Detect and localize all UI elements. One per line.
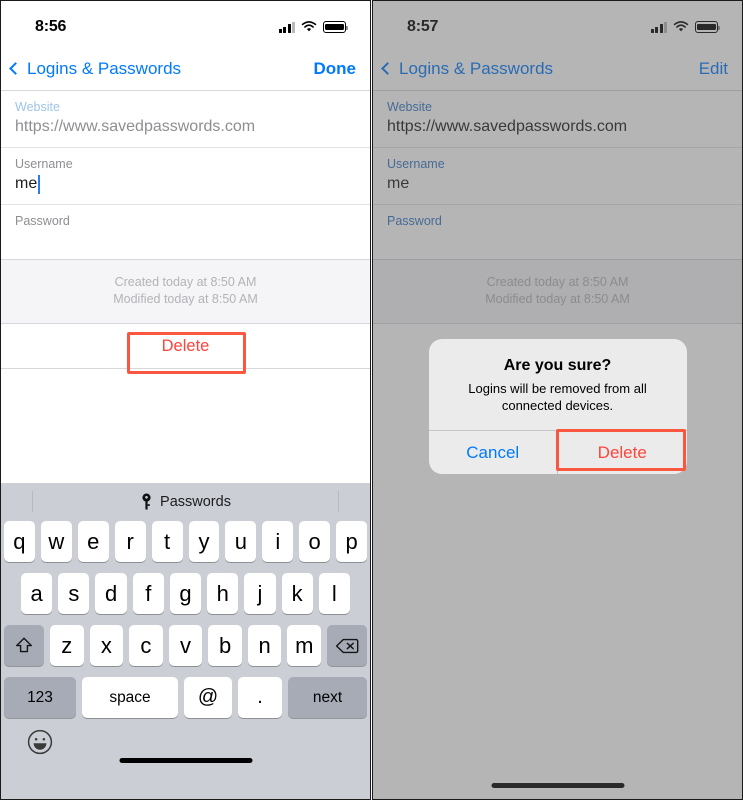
shift-up-arrow-icon [15,637,32,653]
screen-right: 8:57 Logins & Passwords Edit Website htt… [373,1,742,799]
key-g[interactable]: g [169,573,202,614]
key-a[interactable]: a [21,573,53,614]
alert-body: Are you sure? Logins will be removed fro… [429,339,687,430]
credential-form-left: Website https://www.savedpasswords.com U… [1,91,370,260]
period-key[interactable]: . [238,677,282,718]
key-y[interactable]: y [188,521,220,562]
keyboard-row-2: a s d f g h j k l [4,573,367,614]
website-field-label: Website [15,100,60,114]
created-timestamp: Created today at 8:50 AM [114,275,257,289]
key-k[interactable]: k [281,573,313,614]
modified-timestamp: Modified today at 8:50 AM [113,292,258,306]
key-s[interactable]: s [58,573,90,614]
passwords-autofill-label: Passwords [160,493,231,510]
key-q[interactable]: q [3,521,35,562]
status-icons [278,21,349,33]
key-t[interactable]: t [151,521,183,562]
keyboard-rows: q w e r t y u i o p a s d f g h j k l z … [1,520,370,718]
back-button-left[interactable]: Logins & Passwords [9,58,182,79]
backspace-key[interactable] [327,625,368,666]
keyboard-bottom-bar [1,724,370,774]
key-l[interactable]: l [318,573,350,614]
keyboard-row-3: z x c v b n m [3,625,368,666]
toolbar-separator-right [338,491,339,512]
status-bar-left: 8:56 [1,1,370,47]
alert-delete-button[interactable]: Delete [557,431,687,474]
emoji-smiley-icon[interactable] [27,729,53,755]
key-d[interactable]: d [95,573,127,614]
onscreen-keyboard: Passwords q w e r t y u i o p a s d f g … [1,483,370,799]
key-v[interactable]: v [168,625,203,666]
website-field[interactable]: Website https://www.savedpasswords.com [1,91,370,148]
back-button-label: Logins & Passwords [27,58,182,78]
key-u[interactable]: u [225,521,257,562]
key-x[interactable]: x [89,625,124,666]
username-field-label: Username [15,157,73,171]
at-key[interactable]: @ [184,677,232,718]
alert-actions: Cancel Delete [428,430,687,474]
username-field-row: me [15,173,356,195]
alert-title: Are you sure? [503,357,612,374]
nav-bar-left: Logins & Passwords Done [1,47,370,91]
screen-left: 8:56 Logins & Passwords Done Website htt… [1,1,370,799]
passwords-autofill-button[interactable]: Passwords [140,493,231,510]
alert-message: Logins will be removed from all connecte… [468,381,647,413]
key-h[interactable]: h [207,573,239,614]
key-e[interactable]: e [77,521,109,562]
delete-button-row[interactable]: Delete [1,324,370,369]
key-f[interactable]: f [132,573,164,614]
timestamps-block-left: Created today at 8:50 AM Modified today … [1,260,370,324]
key-w[interactable]: w [40,521,72,562]
key-icon [142,493,151,510]
keyboard-row-1: q w e r t y u i o p [3,521,368,562]
key-n[interactable]: n [247,625,282,666]
key-o[interactable]: o [299,521,331,562]
cellular-signal-icon [278,21,295,33]
next-key[interactable]: next [288,677,367,718]
key-c[interactable]: c [129,625,163,666]
key-p[interactable]: p [336,521,368,562]
chevron-left-icon [9,62,22,75]
key-z[interactable]: z [49,625,84,666]
numbers-key[interactable]: 123 [4,677,76,718]
phone-left: 8:56 Logins & Passwords Done Website htt… [0,0,371,800]
screenshot-canvas: 8:56 Logins & Passwords Done Website htt… [0,0,743,800]
delete-button-label: Delete [161,336,210,355]
key-r[interactable]: r [114,521,146,562]
keyboard-row-4: 123 space @ . next [4,677,367,718]
done-button[interactable]: Done [314,59,357,79]
battery-icon [323,21,349,33]
alert-cancel-button[interactable]: Cancel [429,431,558,474]
shift-key[interactable] [3,625,44,666]
delete-confirmation-alert: Are you sure? Logins will be removed fro… [428,339,687,474]
key-j[interactable]: j [244,573,276,614]
key-i[interactable]: i [262,521,294,562]
key-m[interactable]: m [287,625,322,666]
wifi-icon [301,21,317,32]
key-b[interactable]: b [208,625,242,666]
website-field-value: https://www.savedpasswords.com [15,118,256,135]
home-indicator [119,758,252,763]
keyboard-suggestion-bar: Passwords [1,483,370,520]
status-time: 8:56 [35,18,67,35]
space-key[interactable]: space [82,677,178,718]
username-field[interactable]: Username me [1,148,370,205]
username-field-value: me [15,175,38,192]
password-field-label: Password [15,214,70,228]
password-field[interactable]: Password [1,205,370,260]
backspace-delete-icon [335,638,359,653]
text-cursor [38,174,41,194]
phone-right: 8:57 Logins & Passwords Edit Website htt… [372,0,743,800]
toolbar-separator-left [32,491,33,512]
